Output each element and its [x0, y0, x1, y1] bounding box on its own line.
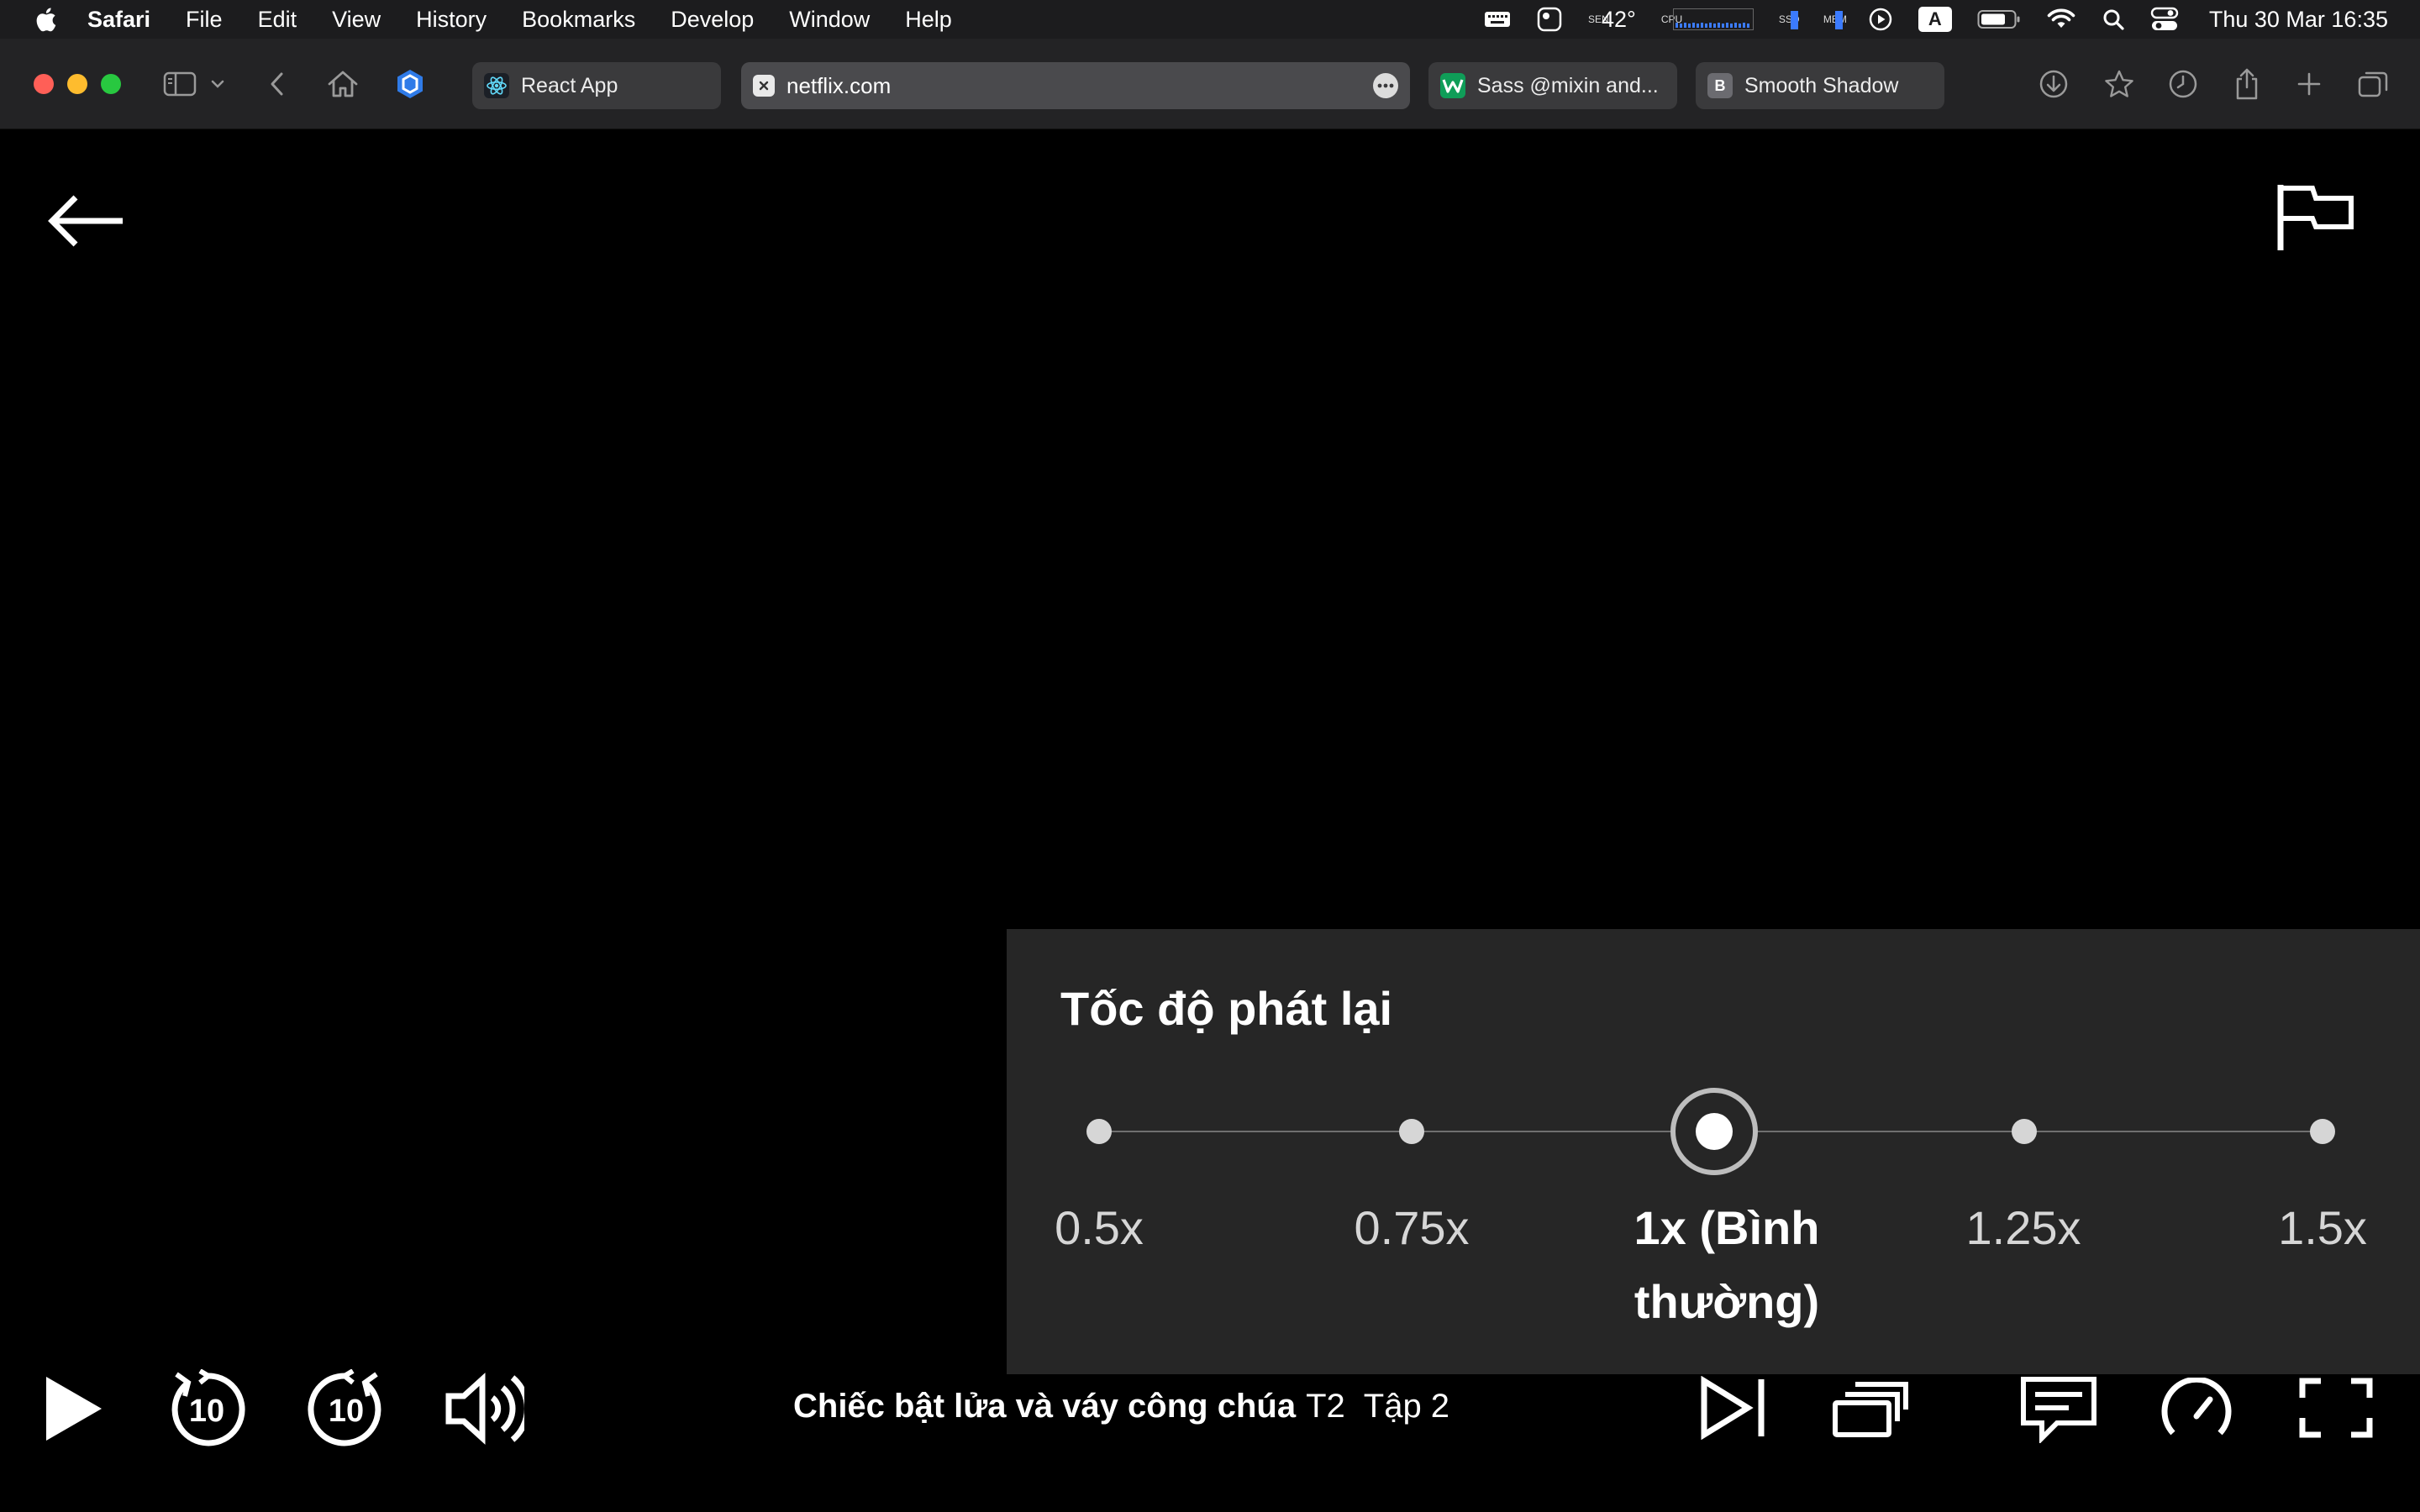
next-episode-icon[interactable] [1699, 1376, 1770, 1440]
forward-seconds: 10 [328, 1393, 365, 1429]
tab-label: React App [521, 73, 618, 97]
menu-view[interactable]: View [332, 7, 381, 33]
downloads-icon[interactable] [2033, 64, 2074, 104]
extension-icon[interactable] [390, 64, 430, 104]
wifi-icon[interactable] [2046, 8, 2076, 31]
menu-window[interactable]: Window [789, 7, 870, 33]
tab-overview-icon[interactable] [2353, 64, 2393, 104]
back-nav-icon[interactable] [257, 64, 297, 104]
speed-label-1-25x[interactable]: 1.25x [1931, 1191, 2116, 1265]
speed-option-1-25x[interactable] [2012, 1119, 2037, 1144]
w-favicon-icon [1440, 73, 1465, 98]
url-text[interactable]: netflix.com [786, 73, 891, 99]
menu-file[interactable]: File [186, 7, 223, 33]
speed-panel-title: Tốc độ phát lại [1060, 982, 1393, 1035]
sidebar-toggle-icon[interactable] [160, 64, 200, 104]
sensor-label: SEN [1588, 13, 1609, 25]
menu-help[interactable]: Help [905, 7, 952, 33]
menu-clock[interactable]: Thu 30 Mar 16:35 [2209, 7, 2388, 33]
new-tab-plus-icon[interactable] [2289, 64, 2329, 104]
screen-capture-icon[interactable] [1536, 6, 1563, 33]
speed-option-0-75x[interactable] [1399, 1119, 1424, 1144]
status-area: SEN 42° CPU SSD MEM A [1459, 0, 2388, 39]
speed-label-1x[interactable]: 1x (Bình thường) [1605, 1191, 1849, 1339]
tab-sass-mixin[interactable]: Sass @mixin and... [1428, 62, 1677, 109]
speed-option-1x-selected[interactable] [1670, 1088, 1758, 1175]
ssd-meter-widget[interactable]: SSD [1778, 9, 1800, 29]
episode-title: Chiếc bật lửa và váy công chúa T2 Tập 2 [793, 1381, 1449, 1431]
keyboard-icon[interactable] [1484, 9, 1511, 29]
menu-develop[interactable]: Develop [671, 7, 754, 33]
share-icon[interactable] [2227, 64, 2267, 104]
speed-option-1-5x[interactable] [2310, 1119, 2335, 1144]
apple-logo-icon[interactable] [32, 5, 57, 34]
playback-speed-icon[interactable] [2161, 1378, 2232, 1441]
temperature-value: 42° [1602, 6, 1636, 32]
menu-edit[interactable]: Edit [258, 7, 297, 33]
menu-history[interactable]: History [416, 7, 487, 33]
cpu-meter-widget[interactable]: CPU [1661, 8, 1754, 30]
cpu-label: CPU [1660, 13, 1683, 25]
season-label: T2 [1306, 1387, 1345, 1425]
mem-bar [1834, 9, 1843, 29]
speed-label-0-5x[interactable]: 0.5x [1028, 1191, 1170, 1265]
episodes-list-icon[interactable] [1832, 1378, 1909, 1438]
play-icon[interactable] [39, 1371, 108, 1446]
control-center-icon[interactable] [2150, 7, 2179, 32]
more-options-icon[interactable] [1373, 73, 1398, 98]
history-clock-icon[interactable] [2163, 64, 2203, 104]
mem-label: MEM [1823, 14, 1847, 24]
tab-label: Smooth Shadow [1744, 73, 1899, 97]
browser-toolbar: React App netflix.com Sass @mixin and...… [0, 39, 2420, 129]
react-icon [484, 73, 509, 98]
close-icon[interactable] [753, 75, 775, 97]
cpu-graph [1672, 8, 1754, 30]
menu-bar: Safari File Edit View History Bookmarks … [0, 0, 2420, 39]
video-player[interactable]: Tốc độ phát lại 0.5x 0.75x 1x (Bình thườ… [0, 129, 2420, 1512]
rewind-seconds: 10 [188, 1393, 225, 1429]
sensor-temp-widget[interactable]: SEN 42° [1588, 7, 1636, 33]
menu-bookmarks[interactable]: Bookmarks [522, 7, 635, 33]
speed-option-0-5x[interactable] [1086, 1119, 1112, 1144]
speed-label-1-5x[interactable]: 1.5x [2237, 1191, 2408, 1265]
back-arrow-icon[interactable] [45, 192, 126, 250]
rewind-10-icon[interactable]: 10 [166, 1369, 247, 1450]
fullscreen-icon[interactable] [2299, 1378, 2373, 1438]
input-source-icon[interactable]: A [1918, 7, 1952, 32]
tab-label: Sass @mixin and... [1477, 73, 1659, 97]
mem-meter-widget[interactable]: MEM [1823, 9, 1847, 29]
bookmark-star-icon[interactable] [2099, 64, 2139, 104]
episode-label: Tập 2 [1363, 1387, 1450, 1425]
volume-icon[interactable] [444, 1371, 524, 1446]
playback-speed-panel: Tốc độ phát lại 0.5x 0.75x 1x (Bình thườ… [1007, 929, 2420, 1374]
menu-app-name[interactable]: Safari [87, 7, 150, 33]
chevron-down-icon[interactable] [205, 64, 230, 104]
ssd-label: SSD [1778, 13, 1800, 25]
tab-react-app[interactable]: React App [472, 62, 721, 109]
b-favicon-icon: B [1707, 73, 1733, 98]
ssd-bar [1790, 9, 1798, 29]
report-flag-icon[interactable] [2275, 181, 2356, 252]
forward-10-icon[interactable]: 10 [306, 1369, 387, 1450]
show-title: Chiếc bật lửa và váy công chúa [793, 1387, 1297, 1425]
battery-icon[interactable] [1977, 8, 2021, 30]
speed-label-0-75x[interactable]: 0.75x [1319, 1191, 1504, 1265]
now-playing-icon[interactable] [1868, 7, 1893, 32]
tab-smooth-shadow[interactable]: B Smooth Shadow [1696, 62, 1944, 109]
minimize-window-button[interactable] [67, 74, 87, 94]
close-window-button[interactable] [34, 74, 54, 94]
spotlight-search-icon[interactable] [2102, 8, 2125, 31]
tab-netflix[interactable]: netflix.com [741, 62, 1410, 109]
subtitles-icon[interactable] [2020, 1376, 2097, 1443]
zoom-window-button[interactable] [101, 74, 121, 94]
home-icon[interactable] [323, 64, 363, 104]
